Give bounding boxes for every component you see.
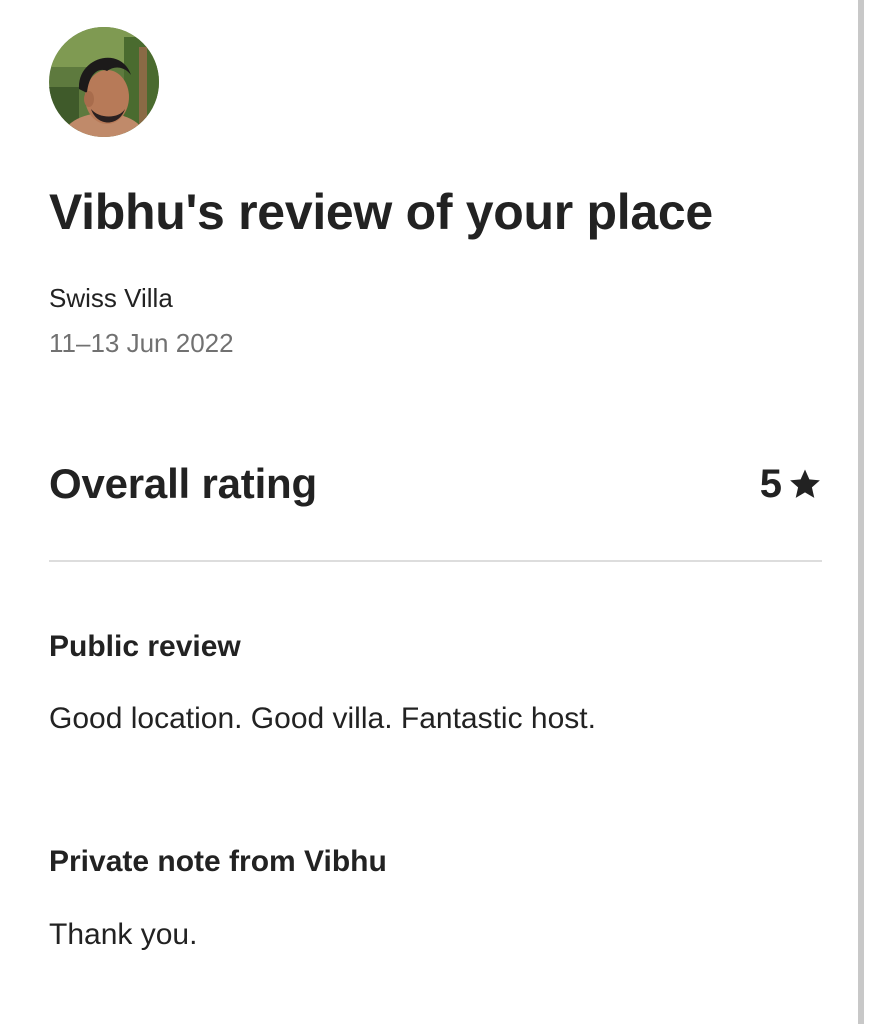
public-review-heading: Public review (49, 630, 241, 663)
public-review-text: Good location. Good villa. Fantastic hos… (49, 702, 596, 735)
avatar[interactable] (49, 27, 159, 137)
stay-dates: 11–13 Jun 2022 (49, 328, 234, 358)
page-title: Vibhu's review of your place (49, 184, 713, 240)
avatar-photo (49, 27, 159, 137)
private-note-text: Thank you. (49, 918, 198, 951)
overall-rating-score: 5 (760, 456, 822, 512)
overall-rating-row: Overall rating 5 (49, 456, 822, 512)
private-note-heading: Private note from Vibhu (49, 845, 387, 878)
overall-rating-label: Overall rating (49, 460, 317, 507)
section-divider (49, 560, 822, 562)
star-icon (788, 467, 822, 501)
overall-rating-value: 5 (759, 462, 782, 506)
scrollbar[interactable] (858, 0, 864, 1024)
review-detail: Vibhu's review of your place Swiss Villa… (49, 0, 822, 1024)
listing-name: Swiss Villa (49, 283, 173, 313)
